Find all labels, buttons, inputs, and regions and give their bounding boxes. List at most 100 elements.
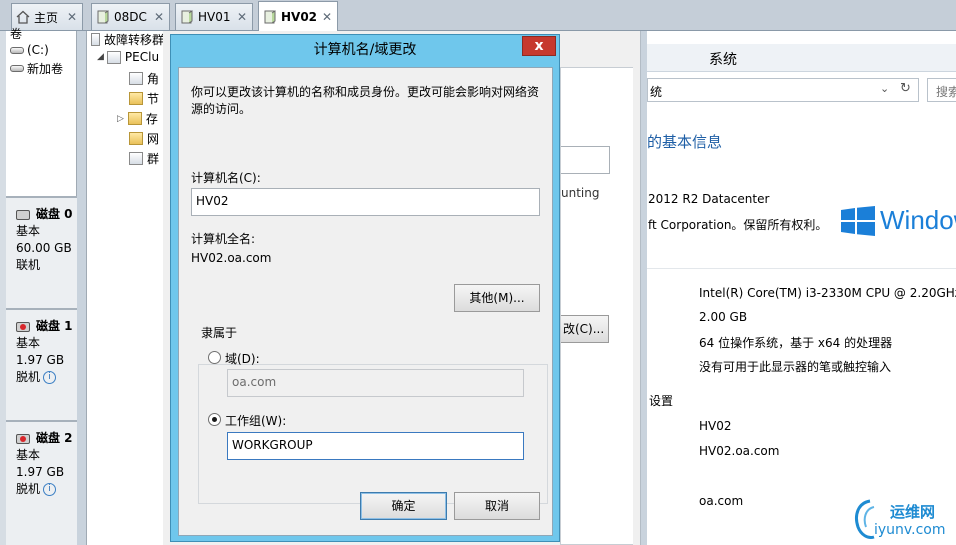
domain-radio[interactable]: [208, 351, 221, 364]
workgroup-radio-label[interactable]: 工作组(W):: [225, 412, 286, 429]
disk-status: 脱机: [16, 482, 41, 496]
dialog-body: 你可以更改该计算机的名称和成员身份。更改可能会影响对网络资 源的访问。 计算机名…: [178, 67, 553, 536]
disk-offline-icon: [16, 433, 30, 444]
tree-item-label: 存: [145, 112, 158, 126]
tab-label: 08DC: [114, 10, 147, 24]
windows-flag-icon: [841, 205, 875, 236]
volume-label: 新加卷: [27, 62, 64, 76]
disk-status: 联机: [16, 258, 41, 272]
full-computer-name-value: HV02.oa.com: [699, 444, 780, 458]
roles-icon: [129, 72, 143, 85]
watermark-logo: 运维网 iyunv.com: [852, 497, 956, 543]
volume-item-c[interactable]: (C:): [10, 43, 49, 57]
tab-hv02[interactable]: HV02 ✕: [258, 1, 338, 31]
computer-name-input[interactable]: HV02: [191, 188, 540, 216]
cancel-button[interactable]: 取消: [454, 492, 540, 520]
volume-column-header: 卷: [10, 27, 23, 41]
computer-name-value: HV02: [699, 419, 732, 433]
tree-item-storage[interactable]: ▷ 存: [117, 110, 164, 127]
watermark-line1: 运维网: [890, 503, 936, 521]
tab-label: HV01: [198, 10, 231, 24]
background-textbox: [561, 146, 610, 174]
info-icon[interactable]: i: [43, 483, 57, 496]
disk-offline-icon: [16, 321, 30, 332]
tab-label: 主页: [34, 10, 59, 25]
windows-brand-text: Window: [880, 205, 956, 235]
tree-item-label: 节: [147, 92, 160, 106]
disk-size: 1.97 GB: [16, 353, 65, 367]
computer-name-label: 计算机名(C):: [191, 171, 261, 185]
chevron-down-icon[interactable]: ⌄: [880, 82, 889, 95]
tab-close-icon[interactable]: ✕: [67, 10, 77, 24]
tab-close-icon[interactable]: ✕: [154, 10, 164, 24]
watermark-line2: iyunv.com: [874, 522, 946, 538]
cluster-manager-icon: [91, 33, 100, 46]
tree-item-label: 网: [147, 132, 160, 146]
disk-name: 磁盘 1: [36, 319, 73, 333]
tab-close-icon[interactable]: ✕: [237, 10, 247, 24]
search-input[interactable]: 搜索: [927, 78, 956, 102]
tree-item-networks[interactable]: 网: [129, 130, 164, 147]
more-button[interactable]: 其他(M)...: [454, 284, 540, 312]
info-icon[interactable]: i: [43, 371, 57, 384]
disk-name: 磁盘 2: [36, 431, 73, 445]
disk-type: 基本: [16, 336, 41, 350]
close-icon[interactable]: x: [522, 36, 556, 56]
home-icon: [16, 10, 30, 24]
background-text: unting: [561, 186, 600, 200]
drive-icon: [10, 46, 24, 54]
collapse-arrow-icon[interactable]: ▷: [117, 114, 124, 124]
disk-icon: [16, 209, 30, 220]
nodes-icon: [129, 92, 143, 105]
settings-heading: 设置: [649, 394, 674, 408]
dialog-title: 计算机名/域更改: [313, 42, 417, 58]
tab-08dc[interactable]: 08DC ✕: [91, 3, 170, 30]
cluster-tree-panel: 故障转移群 ◢ PEClu 角 节 ▷ 存 网 群: [86, 31, 164, 545]
tab-close-icon[interactable]: ✕: [322, 10, 332, 24]
tree-item-events[interactable]: 群: [129, 150, 164, 167]
pen-touch-value: 没有可用于此显示器的笔或触控输入: [699, 360, 892, 374]
tree-item-nodes[interactable]: 节: [129, 90, 164, 107]
domain-radio-label[interactable]: 域(D):: [225, 350, 260, 367]
networks-icon: [129, 132, 143, 145]
ok-button[interactable]: 确定: [360, 492, 447, 520]
tree-root-label: 故障转移群: [103, 33, 164, 47]
tab-hv01[interactable]: HV01 ✕: [175, 3, 253, 30]
tab-bar: 主页 ✕ 08DC ✕ HV01 ✕ HV02 ✕: [0, 0, 956, 31]
computer-name-dialog: 计算机名/域更改 x 你可以更改该计算机的名称和成员身份。更改可能会影响对网络资…: [170, 34, 560, 542]
full-name-value: HV02.oa.com: [191, 251, 272, 265]
disk-type: 基本: [16, 224, 41, 238]
properties-tab-page: unting 改(C)...: [560, 67, 633, 545]
disk-1-box[interactable]: 磁盘 1 基本 1.97 GB 脱机 i: [6, 308, 77, 420]
refresh-icon[interactable]: ↻: [900, 81, 911, 96]
server-icon: [264, 9, 276, 23]
processor-value: Intel(R) Core(TM) i3-2330M CPU @ 2.20GHz: [699, 286, 956, 300]
events-icon: [129, 152, 143, 165]
member-of-label: 隶属于: [199, 324, 240, 341]
tree-item-label: 角: [147, 72, 160, 86]
copyright-text: ft Corporation。保留所有权利。: [648, 218, 828, 232]
tree-cluster[interactable]: ◢ PEClu: [97, 50, 164, 64]
drive-icon: [10, 65, 24, 72]
system-header-title: 系统: [709, 52, 737, 68]
disk-0-box[interactable]: 磁盘 0 基本 60.00 GB 联机: [6, 196, 77, 308]
disk-name: 磁盘 0: [36, 207, 73, 221]
workgroup-input[interactable]: WORKGROUP: [227, 432, 524, 460]
tree-root[interactable]: 故障转移群: [91, 31, 164, 48]
volume-label: (C:): [27, 43, 49, 57]
disk-2-box[interactable]: 磁盘 2 基本 1.97 GB 脱机 i: [6, 420, 77, 545]
address-bar[interactable]: 统 ⌄ ↻: [647, 78, 919, 102]
divider: [647, 268, 956, 269]
volume-item-new[interactable]: 新加卷: [10, 60, 63, 77]
domain-input[interactable]: oa.com: [227, 369, 524, 397]
server-icon: [181, 10, 193, 24]
windows-edition: 2012 R2 Datacenter: [648, 192, 770, 206]
workgroup-radio[interactable]: [208, 413, 221, 426]
full-name-label: 计算机全名:: [191, 232, 256, 246]
server-icon: [97, 10, 109, 24]
tree-item-roles[interactable]: 角: [129, 70, 164, 87]
dialog-description-line1: 你可以更改该计算机的名称和成员身份。更改可能会影响对网络资: [191, 85, 540, 99]
system-window-header: 系统: [647, 44, 956, 72]
expand-arrow-icon[interactable]: ◢: [97, 52, 104, 62]
disk-status: 脱机: [16, 370, 41, 384]
